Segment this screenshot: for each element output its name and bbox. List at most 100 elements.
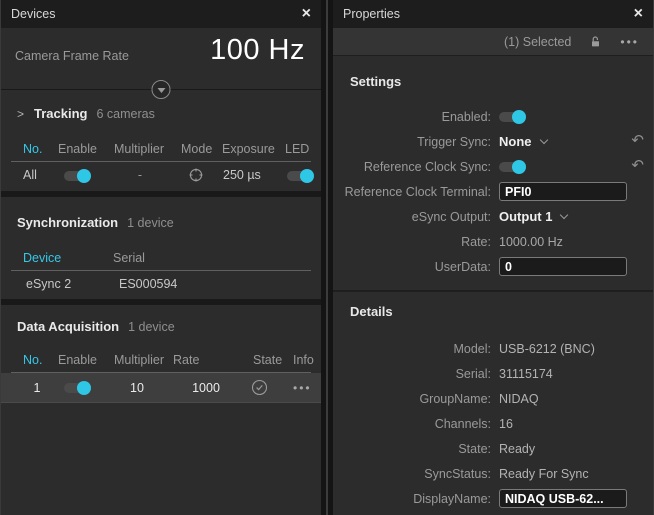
row-exposure[interactable]: 250 µs: [219, 168, 285, 182]
col-no[interactable]: No.: [11, 353, 51, 367]
tracking-count: 6 cameras: [96, 107, 154, 121]
enable-toggle[interactable]: [64, 383, 90, 393]
prop-label: Rate:: [333, 235, 491, 249]
enabled-toggle[interactable]: [499, 112, 525, 122]
col-device[interactable]: Device: [11, 251, 107, 265]
prop-row-groupname: GroupName: NIDAQ: [333, 386, 653, 411]
col-serial[interactable]: Serial: [107, 251, 311, 265]
collapse-button[interactable]: [152, 80, 171, 99]
details-heading: Details: [333, 304, 653, 320]
prop-label: Enabled:: [333, 110, 491, 124]
prop-label: Trigger Sync:: [333, 135, 491, 149]
check-circle-icon: [251, 379, 268, 396]
sync-table-header: Device Serial: [11, 249, 311, 267]
prop-label: UserData:: [333, 260, 491, 274]
chevron-down-icon: [560, 211, 568, 219]
col-exposure[interactable]: Exposure: [219, 142, 285, 156]
row-no: All: [11, 168, 51, 182]
synchronization-section: Synchronization 1 device Device Serial e…: [1, 197, 321, 299]
prop-row-userdata: UserData:: [333, 254, 653, 279]
rate-value: 1000.00 Hz: [499, 235, 563, 249]
expand-chevron-icon[interactable]: >: [17, 107, 24, 121]
prop-label: State:: [333, 442, 491, 456]
trigger-sync-dropdown[interactable]: None: [499, 134, 547, 149]
selection-count-label: (1) Selected: [504, 35, 571, 49]
prop-row-displayname: DisplayName:: [333, 486, 653, 511]
col-enable[interactable]: Enable: [51, 142, 107, 156]
displayname-input[interactable]: [499, 489, 627, 508]
state-cell: [243, 379, 293, 396]
chevron-down-icon: [539, 136, 547, 144]
devices-titlebar: Devices ×: [1, 0, 321, 28]
row-rate[interactable]: 1000: [169, 381, 243, 395]
tracking-table-header: No. Enable Multiplier Mode Exposure LED: [11, 140, 311, 158]
devices-panel-empty-area: [1, 405, 321, 515]
prop-row-channels: Channels: 16: [333, 411, 653, 436]
model-value: USB-6212 (BNC): [499, 342, 595, 356]
synchronization-count: 1 device: [127, 216, 174, 230]
prop-label: Channels:: [333, 417, 491, 431]
mode-cell[interactable]: [173, 167, 219, 183]
prop-row-model: Model: USB-6212 (BNC): [333, 336, 653, 361]
section-divider: [333, 290, 653, 292]
data-acquisition-section: Data Acquisition 1 device No. Enable Mul…: [1, 305, 321, 405]
reference-clock-terminal-input[interactable]: [499, 182, 627, 201]
panel-splitter[interactable]: [321, 0, 333, 515]
data-acquisition-count: 1 device: [128, 320, 175, 334]
row-multiplier[interactable]: -: [107, 168, 173, 182]
tracking-title: Tracking: [34, 106, 87, 121]
esync-output-dropdown[interactable]: Output 1: [499, 209, 567, 224]
col-multiplier[interactable]: Multiplier: [105, 353, 169, 367]
triangle-down-icon: [157, 88, 165, 93]
prop-row-esync-output: eSync Output: Output 1: [333, 204, 653, 229]
daq-table-header: No. Enable Multiplier Rate State Info: [11, 351, 311, 369]
prop-row-syncstatus: SyncStatus: Ready For Sync: [333, 461, 653, 486]
daq-row-selected[interactable]: 1 10 1000 •••: [1, 373, 321, 403]
col-state[interactable]: State: [243, 353, 293, 367]
prop-label: SyncStatus:: [333, 467, 491, 481]
data-acquisition-section-header: Data Acquisition 1 device: [1, 319, 321, 335]
reference-clock-sync-toggle[interactable]: [499, 162, 525, 172]
col-led[interactable]: LED: [285, 142, 321, 156]
synchronization-title: Synchronization: [17, 215, 118, 230]
prop-row-rate: Rate: 1000.00 Hz: [333, 229, 653, 254]
row-device: eSync 2: [11, 277, 107, 291]
col-rate[interactable]: Rate: [169, 353, 243, 367]
userdata-input[interactable]: [499, 257, 627, 276]
tracking-section-header[interactable]: > Tracking 6 cameras: [1, 106, 321, 122]
row-no: 1: [11, 381, 51, 395]
properties-panel: Properties × (1) Selected ••• Settings E…: [333, 0, 654, 515]
reset-icon[interactable]: ↶: [631, 158, 644, 173]
tracking-section: > Tracking 6 cameras No. Enable Multipli…: [1, 90, 321, 191]
prop-label: Reference Clock Terminal:: [333, 185, 491, 199]
prop-label: Model:: [333, 342, 491, 356]
prop-label: eSync Output:: [333, 210, 491, 224]
prop-label: Serial:: [333, 367, 491, 381]
camera-frame-rate-block: Camera Frame Rate 100 Hz: [1, 28, 321, 90]
prop-row-enabled: Enabled:: [333, 104, 653, 129]
col-multiplier[interactable]: Multiplier: [107, 142, 173, 156]
led-toggle[interactable]: [287, 171, 313, 181]
row-serial: ES000594: [107, 277, 311, 291]
sync-row-esync2[interactable]: eSync 2 ES000594: [11, 271, 311, 297]
col-enable[interactable]: Enable: [51, 353, 105, 367]
close-icon[interactable]: ×: [634, 6, 643, 22]
channels-value: 16: [499, 417, 513, 431]
col-mode[interactable]: Mode: [173, 142, 219, 156]
camera-frame-rate-value: 100 Hz: [210, 34, 305, 67]
tracking-row-all[interactable]: All - 250 µs: [11, 162, 311, 188]
col-no[interactable]: No.: [11, 142, 51, 156]
prop-row-state: State: Ready: [333, 436, 653, 461]
camera-mode-icon: [188, 167, 204, 183]
close-icon[interactable]: ×: [302, 6, 311, 22]
prop-row-reference-clock-sync: Reference Clock Sync: ↶: [333, 154, 653, 179]
camera-frame-rate-label: Camera Frame Rate: [15, 49, 129, 63]
serial-value: 31115174: [499, 367, 553, 381]
unlock-icon[interactable]: [589, 35, 602, 48]
prop-row-reference-clock-terminal: Reference Clock Terminal:: [333, 179, 653, 204]
enable-toggle[interactable]: [64, 171, 90, 181]
prop-row-serial: Serial: 31115174: [333, 361, 653, 386]
row-multiplier[interactable]: 10: [105, 381, 169, 395]
panel-menu-icon[interactable]: •••: [620, 35, 639, 49]
reset-icon[interactable]: ↶: [631, 133, 644, 148]
